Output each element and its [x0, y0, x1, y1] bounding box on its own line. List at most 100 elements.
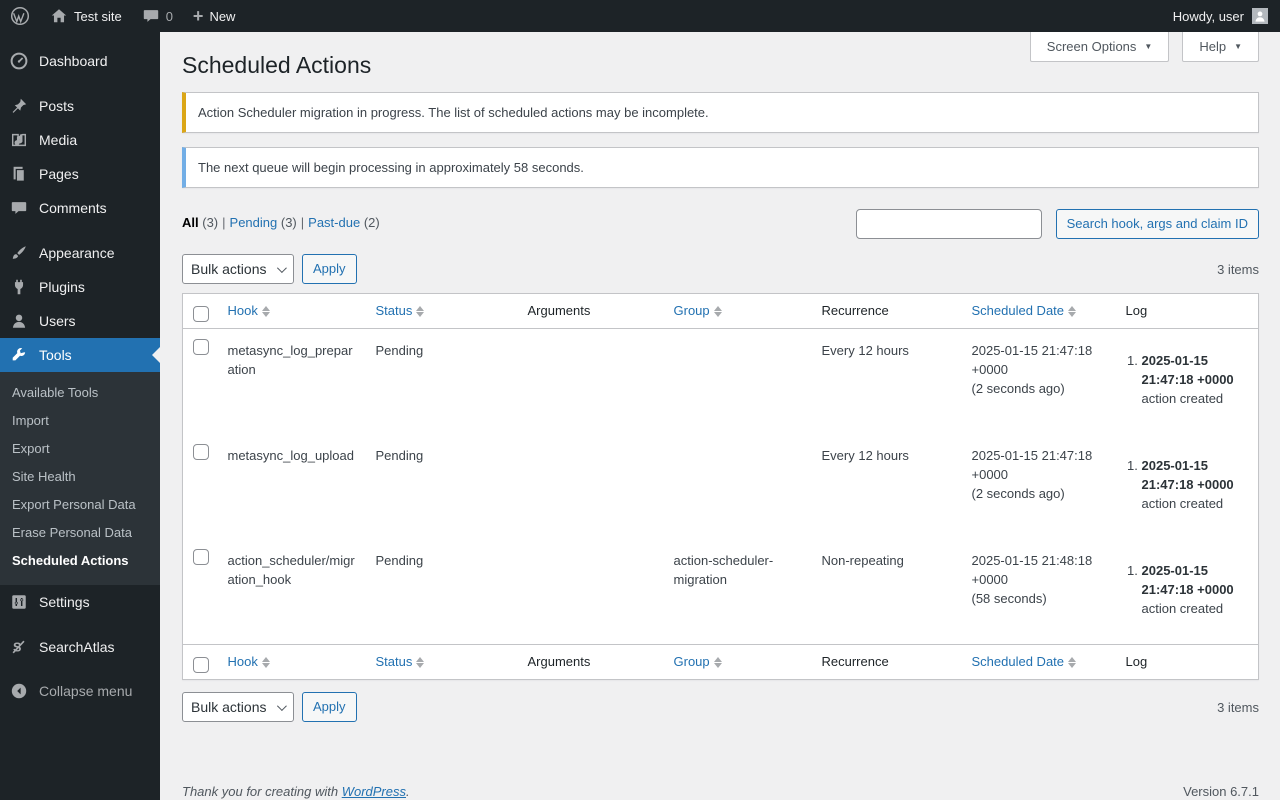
select-all-checkbox[interactable] — [193, 305, 209, 322]
log-text: action created — [1141, 391, 1224, 406]
bulk-actions-top: Bulk actions Apply — [182, 254, 357, 284]
column-label: Hook — [227, 654, 258, 669]
filter-pending-label[interactable]: Pending — [230, 215, 278, 230]
column-header-scheduled-date[interactable]: Scheduled Date — [972, 653, 1077, 671]
cell-status: Pending — [375, 343, 424, 358]
howdy-label: Howdy, user — [1172, 8, 1244, 24]
cell-scheduled-date: 2025-01-15 21:47:18 +0000 (2 seconds ago) — [962, 329, 1116, 435]
bulk-actions-select[interactable]: Bulk actions — [182, 692, 294, 722]
table-row: action_scheduler/migration_hook Pending … — [183, 539, 1259, 645]
sidebar-item-searchatlas[interactable]: S SearchAtlas — [0, 630, 160, 664]
submenu-item-export-personal-data[interactable]: Export Personal Data — [0, 491, 160, 519]
apply-button[interactable]: Apply — [302, 254, 357, 284]
submenu-item-scheduled-actions[interactable]: Scheduled Actions — [0, 547, 160, 575]
select-all-checkbox[interactable] — [193, 656, 209, 673]
collapse-icon — [9, 681, 29, 701]
row-checkbox[interactable] — [193, 339, 209, 355]
filter-separator: | — [222, 215, 226, 230]
sort-icon — [1068, 656, 1077, 668]
screen-options-button[interactable]: Screen Options ▼ — [1029, 32, 1170, 62]
site-name-link[interactable]: Test site — [40, 0, 132, 32]
column-header-status[interactable]: Status — [376, 302, 425, 320]
cell-log: 2025-01-15 21:47:18 +0000 action created — [1116, 539, 1259, 645]
table-footer-row: Hook Status Arguments Group Recurrence S… — [182, 644, 1259, 680]
log-entry: 2025-01-15 21:47:18 +0000 action created — [1142, 351, 1249, 408]
sidebar-item-settings[interactable]: Settings — [0, 585, 160, 619]
home-icon — [50, 7, 68, 25]
sort-icon — [713, 656, 722, 668]
sidebar-item-pages[interactable]: Pages — [0, 157, 160, 191]
submenu-item-site-health[interactable]: Site Health — [0, 463, 160, 491]
comment-bubble-icon — [142, 7, 160, 25]
filter-all[interactable]: All (3) — [182, 215, 218, 230]
row-checkbox[interactable] — [193, 549, 209, 565]
help-label: Help — [1199, 39, 1227, 54]
filter-pending[interactable]: Pending (3) — [230, 215, 297, 230]
bulk-actions-selected-value: Bulk actions — [191, 261, 267, 277]
column-label: Scheduled Date — [971, 303, 1065, 318]
bulk-actions-bottom: Bulk actions Apply — [182, 692, 357, 722]
sidebar-item-plugins[interactable]: Plugins — [0, 270, 160, 304]
sidebar-item-media[interactable]: Media — [0, 123, 160, 157]
column-header-hook[interactable]: Hook — [228, 653, 270, 671]
sidebar-item-label: SearchAtlas — [39, 639, 115, 655]
cell-group — [664, 434, 812, 539]
sidebar-item-label: Tools — [39, 347, 72, 363]
chevron-down-icon — [276, 701, 287, 712]
main-content: Screen Options ▼ Help ▼ Scheduled Action… — [160, 0, 1280, 800]
submenu-item-export[interactable]: Export — [0, 435, 160, 463]
chevron-down-icon: ▼ — [1234, 42, 1242, 51]
submenu-item-available-tools[interactable]: Available Tools — [0, 379, 160, 407]
column-label: Hook — [227, 303, 258, 318]
search-submit-button[interactable]: Search hook, args and claim ID — [1055, 209, 1259, 239]
row-checkbox[interactable] — [193, 444, 209, 460]
submenu-item-import[interactable]: Import — [0, 407, 160, 435]
filter-past-due-label[interactable]: Past-due — [308, 215, 360, 230]
scheduled-date: 2025-01-15 21:47:18 +0000 — [971, 343, 1093, 377]
sidebar-item-users[interactable]: Users — [0, 304, 160, 338]
column-header-scheduled-date[interactable]: Scheduled Date — [972, 302, 1077, 320]
cell-group: action-scheduler-migration — [673, 553, 774, 587]
column-header-group[interactable]: Group — [674, 653, 722, 671]
filter-past-due-count: (2) — [363, 215, 380, 230]
sidebar-item-dashboard[interactable]: Dashboard — [0, 44, 160, 78]
sort-icon — [261, 305, 270, 317]
wordpress-logo-menu[interactable] — [0, 0, 40, 32]
cell-recurrence: Every 12 hours — [821, 448, 909, 463]
column-header-group[interactable]: Group — [674, 302, 722, 320]
sidebar-item-posts[interactable]: Posts — [0, 89, 160, 123]
avatar — [1252, 8, 1268, 24]
cell-log: 2025-01-15 21:47:18 +0000 action created — [1116, 329, 1259, 435]
column-header-arguments: Arguments — [527, 303, 591, 318]
column-header-arguments: Arguments — [527, 654, 591, 669]
search-box: Search hook, args and claim ID — [855, 209, 1259, 239]
collapse-menu-button[interactable]: Collapse menu — [0, 674, 160, 708]
footer-thanks-period: . — [406, 784, 410, 799]
scheduled-actions-table: Hook Status Arguments Group Recurrence S… — [182, 293, 1259, 680]
column-header-hook[interactable]: Hook — [228, 302, 270, 320]
cell-recurrence: Every 12 hours — [821, 343, 909, 358]
log-entry: 2025-01-15 21:47:18 +0000 action created — [1142, 561, 1249, 618]
comments-bubble[interactable]: 0 — [132, 0, 183, 32]
search-input[interactable] — [855, 209, 1042, 239]
apply-button[interactable]: Apply — [302, 692, 357, 722]
sidebar-item-tools[interactable]: Tools — [0, 338, 160, 372]
tools-submenu: Available Tools Import Export Site Healt… — [0, 372, 160, 585]
column-header-recurrence: Recurrence — [821, 654, 889, 669]
sidebar-item-appearance[interactable]: Appearance — [0, 236, 160, 270]
help-button[interactable]: Help ▼ — [1182, 32, 1259, 62]
plugins-icon — [9, 277, 29, 297]
wordpress-link[interactable]: WordPress — [342, 784, 406, 799]
filter-past-due[interactable]: Past-due (2) — [308, 215, 380, 230]
items-count: 3 items — [1217, 261, 1259, 277]
my-account-menu[interactable]: Howdy, user — [1161, 0, 1280, 32]
bulk-actions-select[interactable]: Bulk actions — [182, 254, 294, 284]
submenu-item-erase-personal-data[interactable]: Erase Personal Data — [0, 519, 160, 547]
sidebar-item-comments[interactable]: Comments — [0, 191, 160, 225]
filter-all-label[interactable]: All — [182, 215, 199, 230]
new-content-menu[interactable]: + New — [183, 0, 246, 32]
sort-icon — [261, 656, 270, 668]
table-row: metasync_log_upload Pending Every 12 hou… — [183, 434, 1259, 539]
column-header-status[interactable]: Status — [376, 653, 425, 671]
sidebar-item-label: Plugins — [39, 279, 85, 295]
